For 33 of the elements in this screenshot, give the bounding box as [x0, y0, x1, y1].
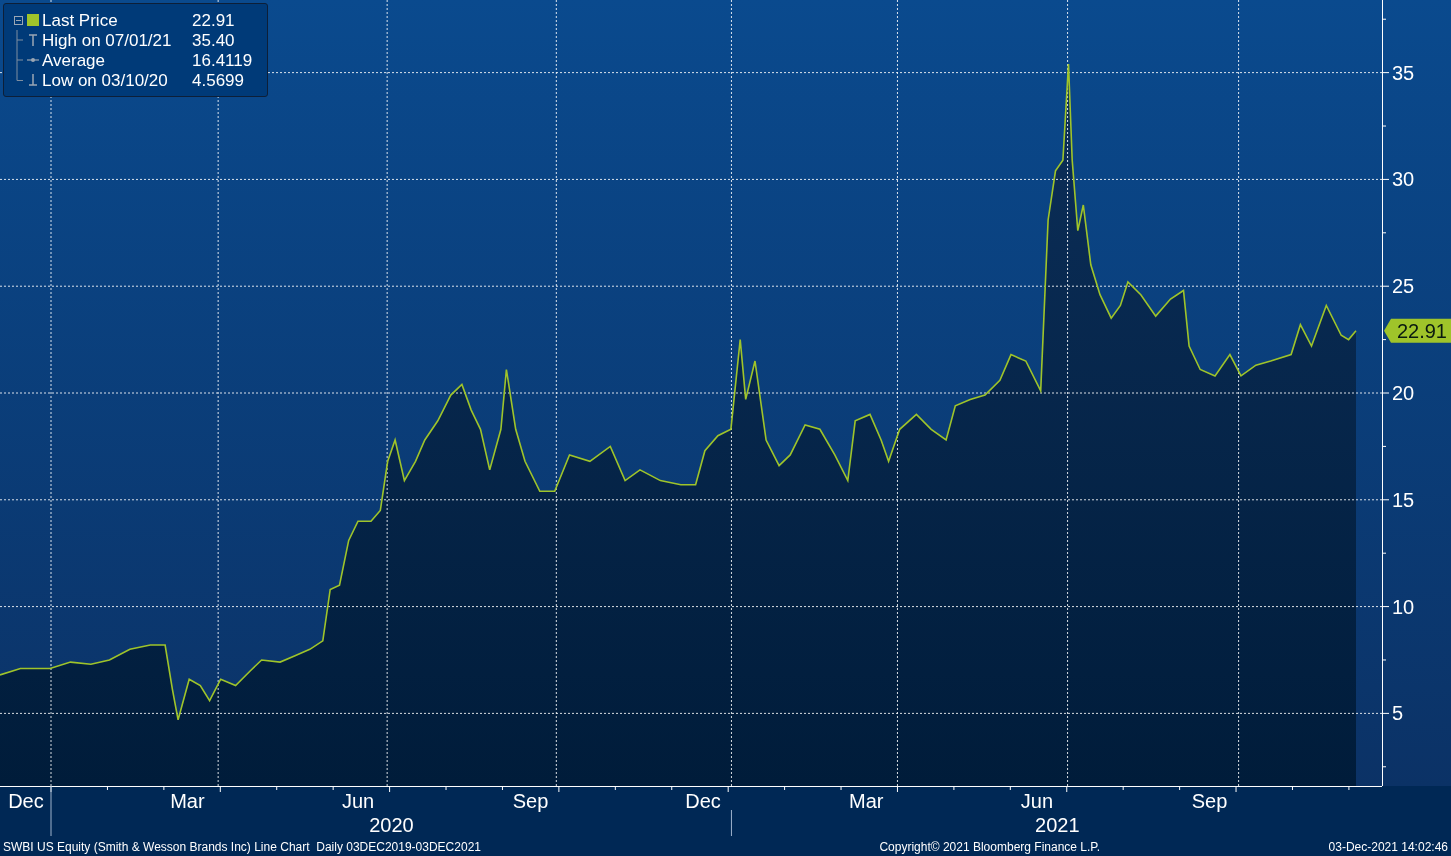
y-tick-label: 35	[1392, 61, 1415, 84]
legend-value: 16.4119	[192, 51, 253, 69]
year-label: 2021	[1035, 814, 1080, 836]
collapse-icon[interactable]	[14, 15, 23, 25]
y-tick-label: 25	[1392, 275, 1415, 298]
high-marker-icon	[28, 34, 38, 46]
y-tick-label: 20	[1392, 382, 1415, 404]
x-tick-label: Dec	[685, 790, 721, 812]
x-tick-label: Mar	[170, 790, 205, 812]
legend-label: Low on 03/10/20	[42, 71, 169, 89]
average-marker-icon	[27, 57, 39, 63]
x-tick-label: Mar	[849, 790, 884, 812]
low-marker-icon	[28, 74, 38, 86]
footer-timestamp: 03-Dec-2021 14:02:46	[1328, 841, 1448, 853]
x-tick-label: Jun	[341, 790, 375, 812]
y-tick-label: 5	[1392, 702, 1404, 725]
y-tick-label: 10	[1392, 595, 1415, 618]
tree-branch-icon	[14, 30, 23, 50]
y-tick-label: 15	[1392, 488, 1415, 511]
x-tick-label: Dec	[8, 790, 44, 812]
legend-label: High on 07/01/21	[42, 31, 173, 49]
legend-label: Last Price	[42, 11, 119, 29]
legend-value: 35.40	[192, 31, 235, 49]
footer-chart-info: SWBI US Equity (Smith & Wesson Brands Inc) Line Chart Daily 03DEC2019-03DEC2021	[3, 841, 481, 853]
year-label: 2020	[369, 814, 414, 836]
legend-value: 4.5699	[192, 71, 244, 89]
legend-value: 22.91	[192, 11, 235, 29]
x-tick-label: Jun	[1020, 790, 1054, 812]
footer-copyright: Copyright© 2021 Bloomberg Finance L.P.	[879, 841, 1101, 853]
legend-label: Average	[42, 51, 106, 69]
y-tick-label: 30	[1392, 168, 1415, 191]
x-tick-label: Sep	[1191, 790, 1228, 812]
x-tick-label: Sep	[512, 790, 549, 812]
